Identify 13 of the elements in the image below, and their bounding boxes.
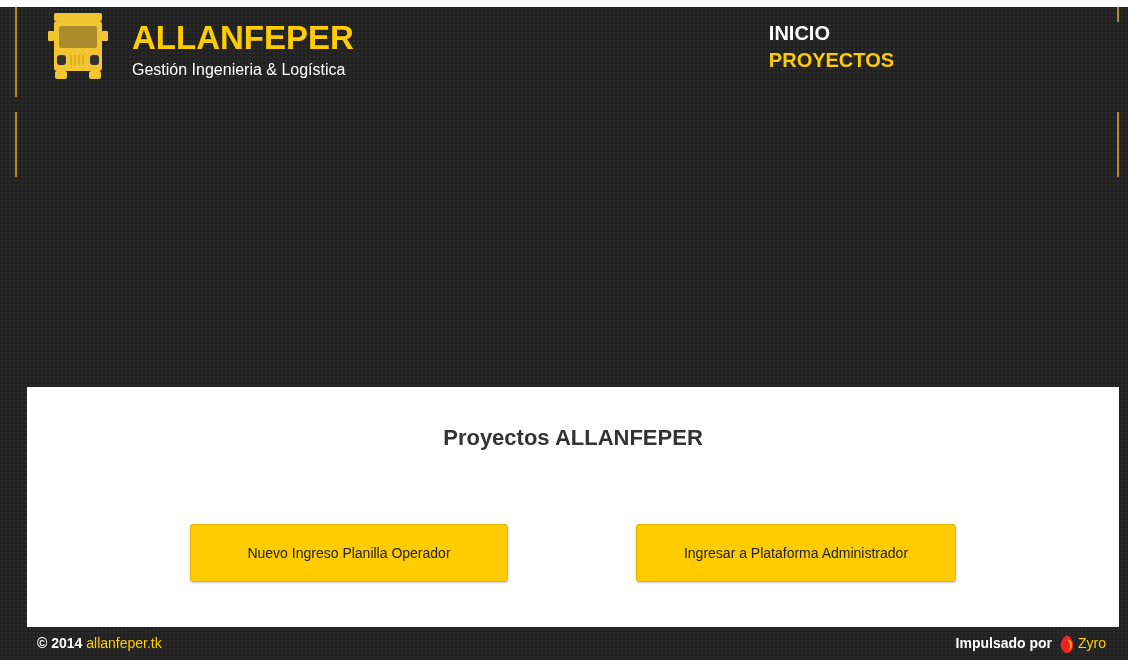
action-button[interactable]: Nuevo Ingreso Planilla Operador xyxy=(190,524,508,582)
copyright-text: © 2014 xyxy=(37,635,83,651)
site-subtitle: Gestión Ingenieria & Logística xyxy=(132,60,347,80)
nav-link[interactable]: INICIO xyxy=(768,20,895,47)
truck-icon xyxy=(48,13,108,79)
powered-by-text: Impulsado por xyxy=(955,634,1052,653)
action-button[interactable]: Ingresar a Plataforma Administrador xyxy=(636,524,956,582)
site-title: ALLANFEPER xyxy=(132,21,354,54)
site-link[interactable]: allanfeper.tk xyxy=(86,635,162,651)
leaf-logo-icon xyxy=(1060,634,1074,653)
nav-link[interactable]: PROYECTOS xyxy=(768,47,895,74)
page-heading: Proyectos ALLANFEPER xyxy=(443,424,703,452)
provider-link[interactable]: Zyro xyxy=(1078,633,1106,654)
